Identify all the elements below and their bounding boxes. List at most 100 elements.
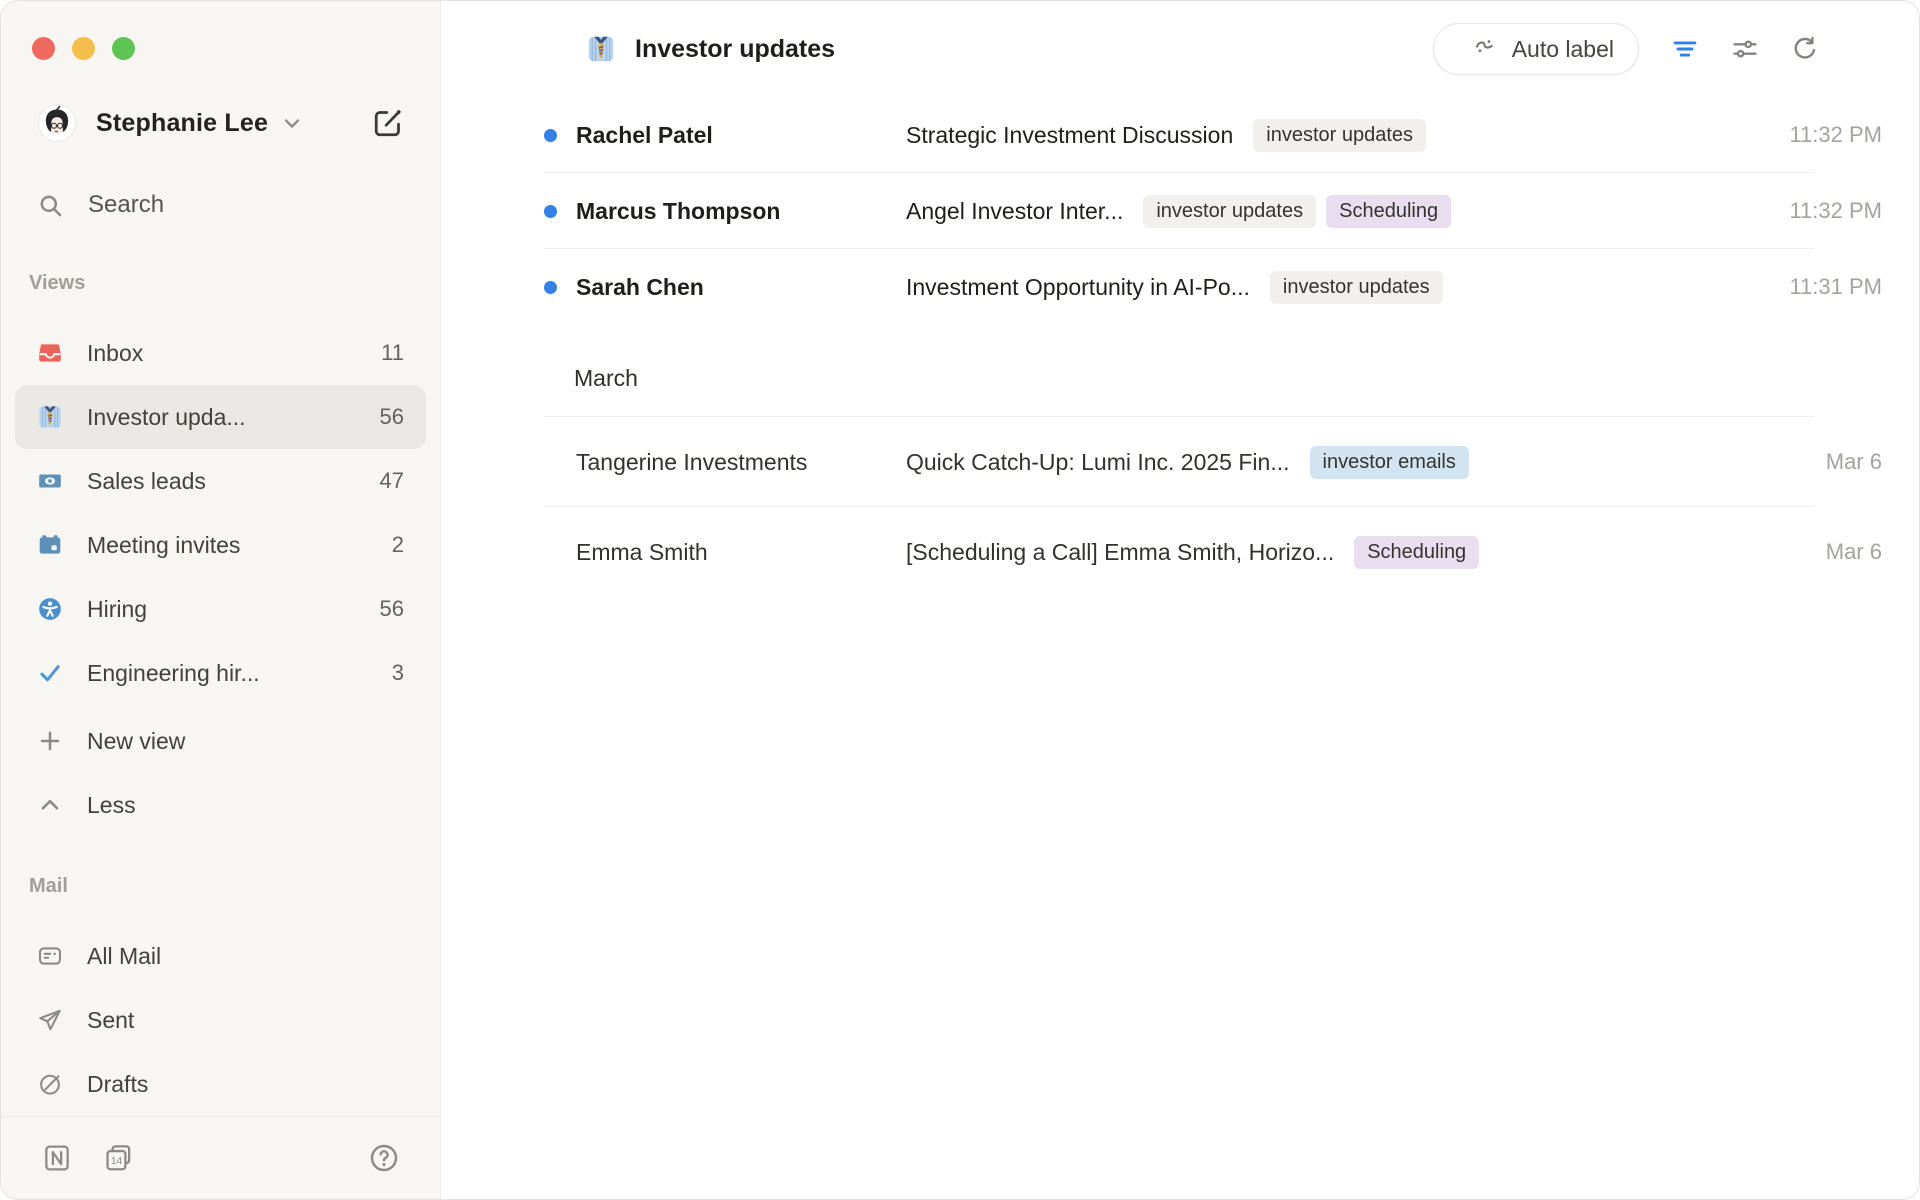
- email-group-march: March Tangerine InvestmentsQuick Catch-Up…: [544, 361, 1882, 597]
- group-header: March: [544, 361, 1882, 417]
- sidebar-item-label: Hiring: [87, 596, 147, 623]
- chevron-up-icon: [37, 792, 63, 818]
- sidebar-item-label: Inbox: [87, 340, 143, 367]
- window-controls: [1, 1, 440, 60]
- sidebar-item-label: Investor upda...: [87, 404, 246, 431]
- help-button[interactable]: [368, 1142, 400, 1174]
- label-tag[interactable]: investor updates: [1143, 195, 1316, 228]
- auto-label-button[interactable]: Auto label: [1433, 23, 1639, 75]
- main-panel: Investor updates Auto label Rachel Patel…: [441, 1, 1919, 1199]
- inbox-icon: [37, 340, 63, 366]
- email-sender: Emma Smith: [576, 539, 906, 566]
- email-sender: Tangerine Investments: [576, 449, 906, 476]
- help-icon: [368, 1142, 400, 1174]
- sidebar-item-drafts[interactable]: Drafts: [15, 1052, 426, 1116]
- plus-icon: [37, 728, 63, 754]
- sidebar-item-hiring[interactable]: Hiring 56: [15, 577, 426, 641]
- group-label: March: [574, 365, 638, 392]
- label-tag[interactable]: Scheduling: [1326, 195, 1451, 228]
- email-subject: [Scheduling a Call] Emma Smith, Horizo..…: [906, 539, 1334, 566]
- unread-count: 2: [392, 532, 404, 558]
- sidebar-item-less[interactable]: Less: [15, 773, 426, 837]
- notion-calendar-icon: 14: [103, 1142, 135, 1174]
- sidebar-item-all-mail[interactable]: All Mail: [15, 924, 426, 988]
- minimize-button[interactable]: [72, 37, 95, 60]
- label-tag[interactable]: investor updates: [1253, 119, 1426, 152]
- sidebar-item-investor-updates[interactable]: Investor upda... 56: [15, 385, 426, 449]
- email-time: Mar 6: [1806, 449, 1882, 475]
- email-time: Mar 6: [1806, 539, 1882, 565]
- label-tag[interactable]: investor updates: [1270, 271, 1443, 304]
- sidebar-item-meeting-invites[interactable]: Meeting invites 2: [15, 513, 426, 577]
- mail-section-label: Mail: [29, 875, 440, 898]
- email-tags: Scheduling: [1354, 536, 1479, 569]
- email-row[interactable]: Sarah ChenInvestment Opportunity in AI-P…: [544, 249, 1882, 325]
- sidebar-item-new-view[interactable]: New view: [15, 709, 426, 773]
- email-time: 11:32 PM: [1769, 122, 1882, 148]
- search-icon: [37, 192, 64, 219]
- email-sender: Sarah Chen: [576, 274, 906, 301]
- compose-button[interactable]: [364, 100, 410, 146]
- page-title: Investor updates: [635, 35, 835, 64]
- sidebar-item-search[interactable]: Search: [15, 180, 426, 230]
- unread-count: 11: [381, 340, 404, 366]
- sliders-icon: [1731, 35, 1759, 63]
- email-subject: Angel Investor Inter...: [906, 198, 1123, 225]
- email-row[interactable]: Rachel PatelStrategic Investment Discuss…: [544, 97, 1882, 173]
- sidebar-item-label: Meeting invites: [87, 532, 240, 559]
- views-section-label: Views: [29, 272, 440, 295]
- notion-calendar-button[interactable]: 14: [103, 1142, 135, 1174]
- zoom-button[interactable]: [112, 37, 135, 60]
- refresh-button[interactable]: [1791, 35, 1819, 63]
- email-tags: investor emails: [1310, 446, 1469, 479]
- sidebar-item-sent[interactable]: Sent: [15, 988, 426, 1052]
- profile-name: Stephanie Lee: [96, 109, 268, 138]
- email-sender: Rachel Patel: [576, 122, 906, 149]
- email-subject: Investment Opportunity in AI-Po...: [906, 274, 1250, 301]
- email-tags: investor updates: [1270, 271, 1443, 304]
- wand-icon: [1472, 36, 1498, 62]
- refresh-icon: [1791, 35, 1819, 63]
- draft-icon: [37, 1071, 63, 1097]
- sidebar-item-sales-leads[interactable]: Sales leads 47: [15, 449, 426, 513]
- notion-app-button[interactable]: [41, 1142, 73, 1174]
- mail-icon: [37, 943, 63, 969]
- close-button[interactable]: [32, 37, 55, 60]
- label-tag[interactable]: Scheduling: [1354, 536, 1479, 569]
- search-label: Search: [88, 191, 164, 219]
- checkmark-icon: [37, 660, 63, 686]
- sidebar-item-engineering-hiring[interactable]: Engineering hir...3: [15, 641, 426, 705]
- unread-dot: [544, 281, 557, 294]
- sidebar-item-label: Engineering hir...: [87, 660, 260, 687]
- unread-count: 56: [380, 404, 404, 430]
- necktie-icon: [37, 404, 63, 430]
- email-time: 11:32 PM: [1769, 198, 1882, 224]
- sidebar-item-label: All Mail: [87, 943, 161, 970]
- display-options-button[interactable]: [1731, 35, 1759, 63]
- banknote-icon: [37, 468, 63, 494]
- chevron-down-icon: [280, 111, 304, 135]
- view-header: Investor updates Auto label: [441, 1, 1919, 97]
- app-window: Stephanie Lee Search Views Inbox 11 Invest…: [0, 0, 1920, 1200]
- sidebar-item-label: Sent: [87, 1007, 134, 1034]
- sidebar-item-label: Sales leads: [87, 468, 206, 495]
- sidebar-item-inbox[interactable]: Inbox 11: [15, 321, 426, 385]
- auto-label-text: Auto label: [1512, 36, 1614, 63]
- profile-menu-button[interactable]: Stephanie Lee: [38, 100, 410, 146]
- unread-dot: [544, 205, 557, 218]
- notion-logo-icon: [41, 1142, 73, 1174]
- email-row[interactable]: Emma Smith[Scheduling a Call] Emma Smith…: [544, 507, 1882, 597]
- unread-count: 56: [380, 596, 404, 622]
- send-icon: [37, 1007, 63, 1033]
- label-tag[interactable]: investor emails: [1310, 446, 1469, 479]
- unread-count: 47: [380, 468, 404, 494]
- svg-text:14: 14: [111, 1156, 123, 1167]
- filter-icon: [1671, 35, 1699, 63]
- filter-button[interactable]: [1671, 35, 1699, 63]
- view-actions: New view Less: [1, 709, 440, 837]
- sidebar-item-label: Less: [87, 792, 136, 819]
- email-tags: investor updates: [1253, 119, 1426, 152]
- email-row[interactable]: Marcus ThompsonAngel Investor Inter...in…: [544, 173, 1882, 249]
- email-row[interactable]: Tangerine InvestmentsQuick Catch-Up: Lum…: [544, 417, 1882, 507]
- sidebar-footer: 14: [1, 1116, 440, 1199]
